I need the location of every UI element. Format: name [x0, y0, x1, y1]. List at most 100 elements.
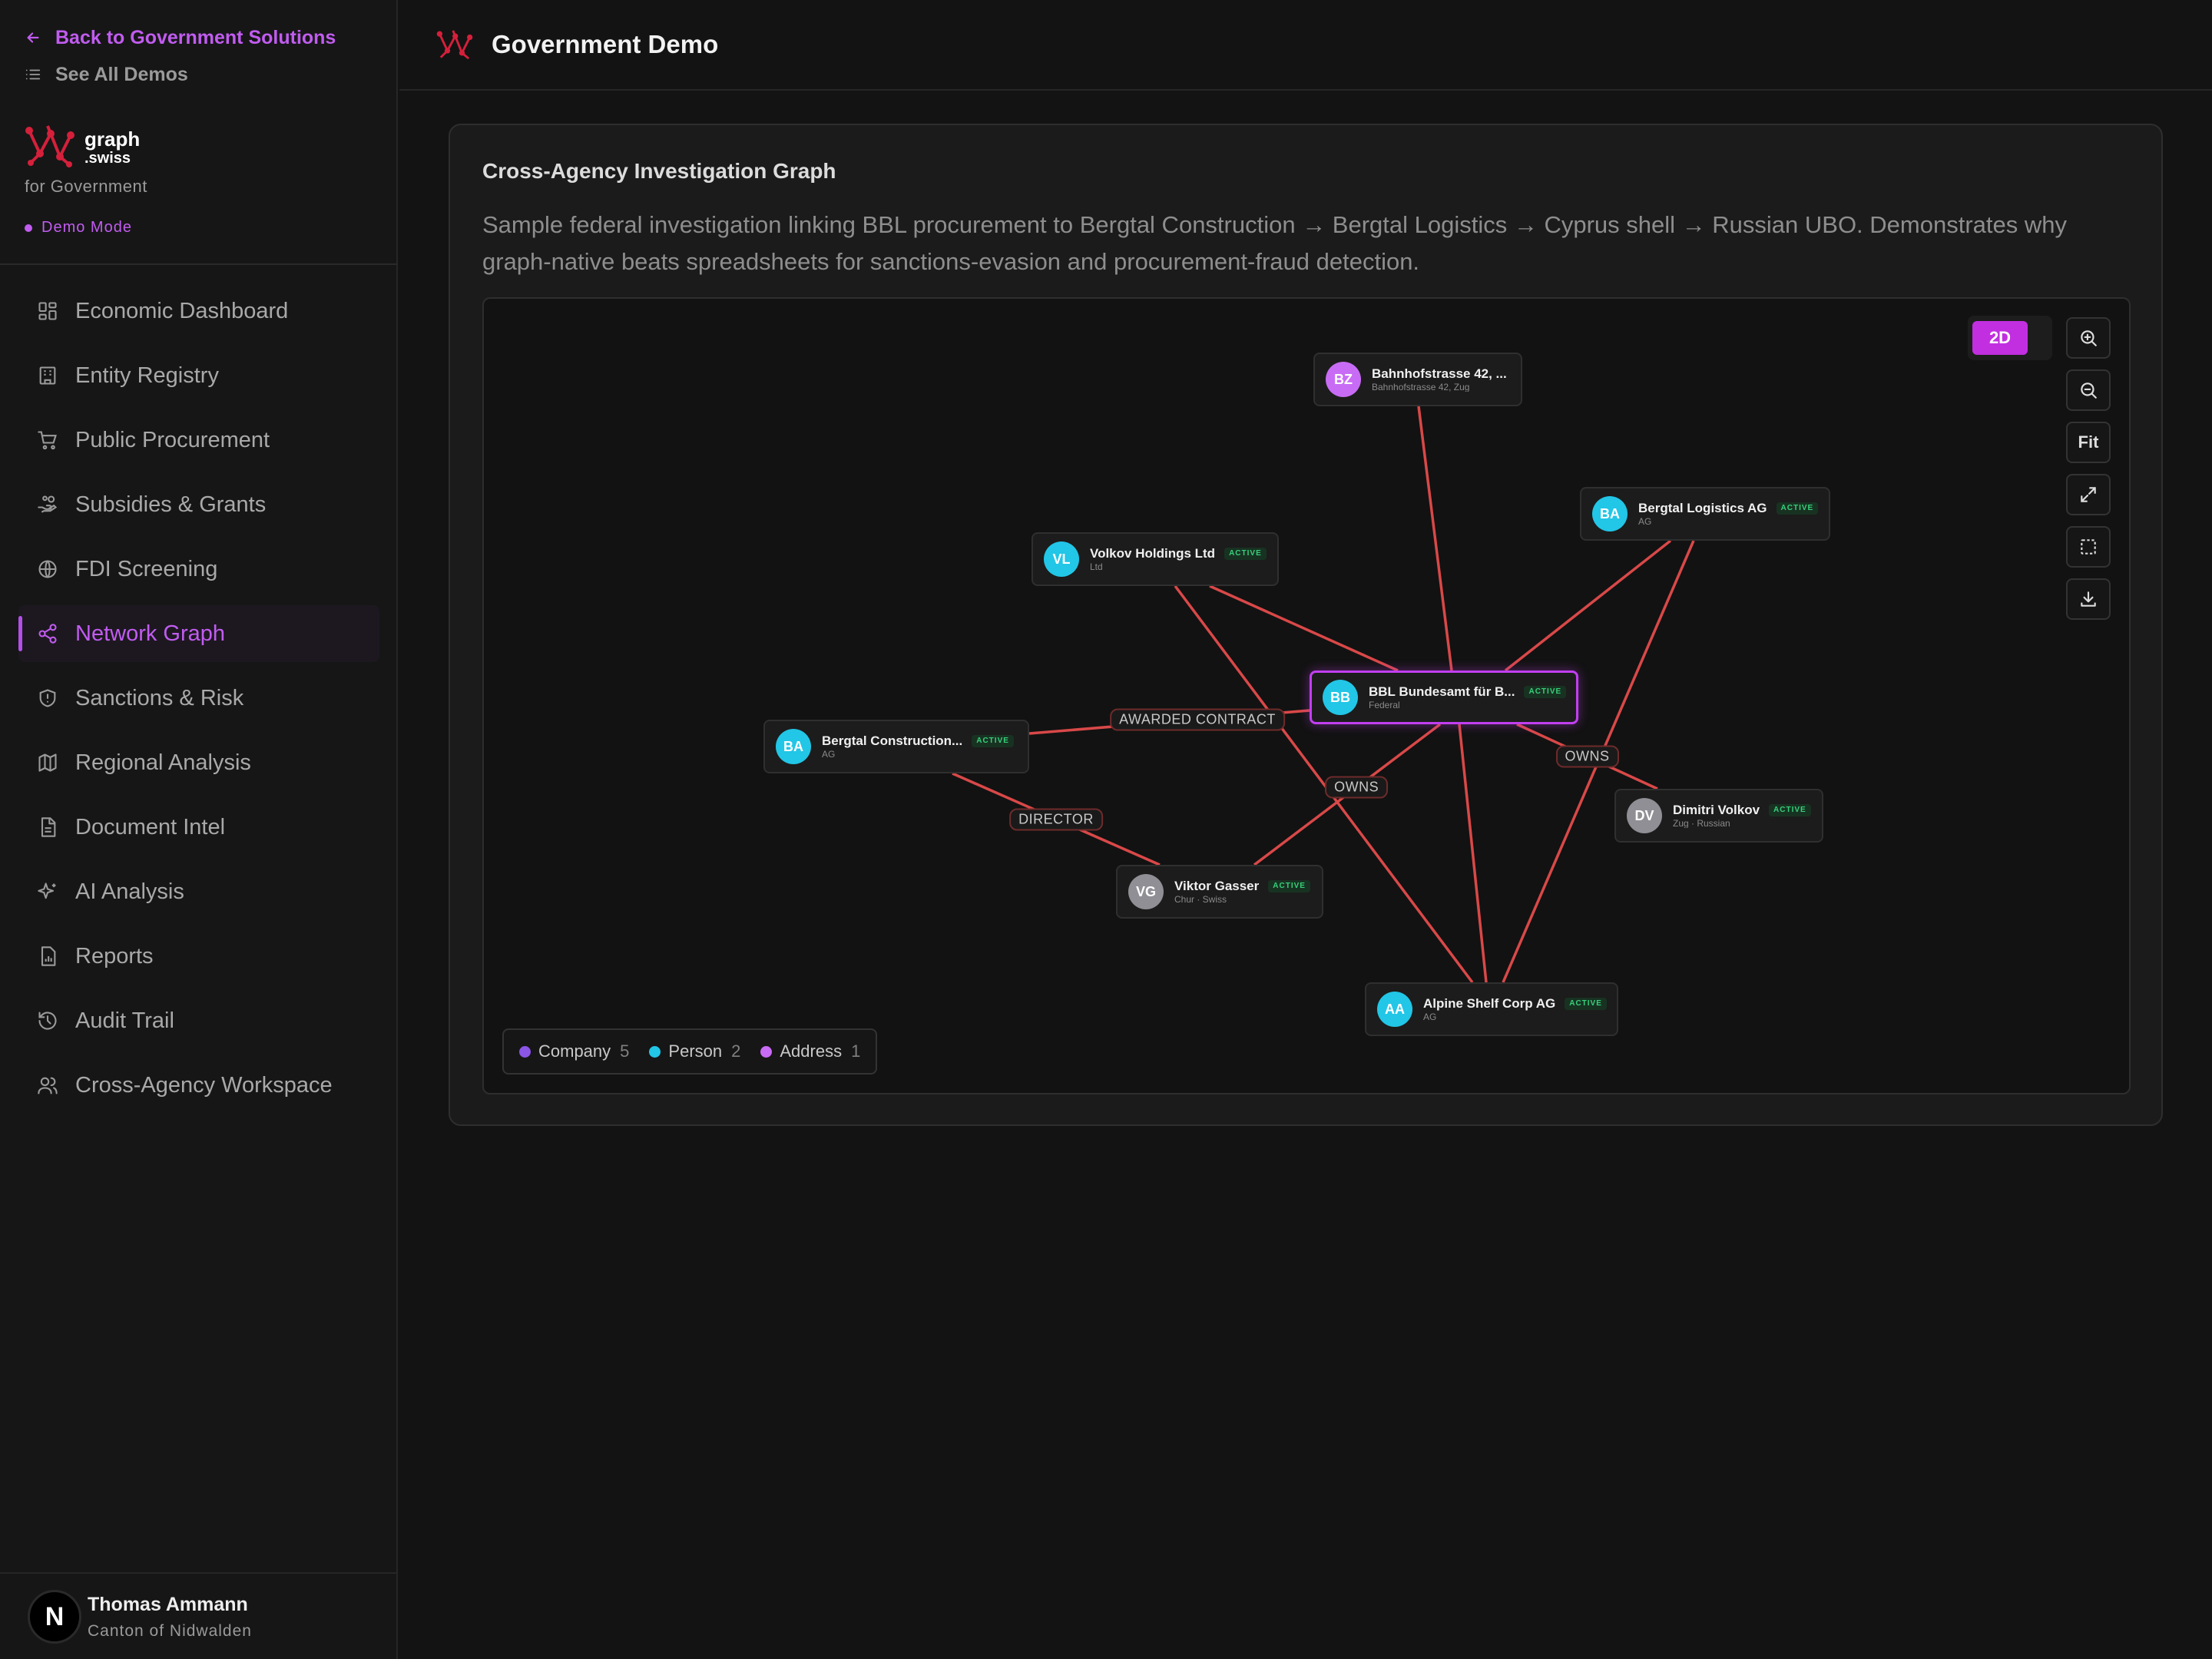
node-subtitle: AG	[1638, 516, 1652, 526]
nav-network-graph[interactable]: Network Graph	[18, 605, 379, 662]
dashboard-icon	[38, 302, 57, 320]
cart-icon	[38, 431, 57, 450]
nav-public-procurement[interactable]: Public Procurement	[18, 412, 379, 469]
download-icon	[2081, 591, 2096, 607]
legend-count: 2	[731, 1041, 741, 1061]
brand-name: graph	[84, 127, 141, 151]
edge-bbl-as[interactable]	[1458, 724, 1488, 983]
demo-mode-dot	[25, 224, 32, 232]
node-subtitle: AG	[1423, 1012, 1437, 1022]
back-to-solutions-link[interactable]: Back to Government Solutions	[25, 25, 336, 51]
download-button[interactable]	[2066, 578, 2111, 620]
graph-node-vg[interactable]: VG Viktor Gasser ACTIVE Chur · Swiss	[1116, 865, 1323, 919]
network-graph-canvas[interactable]: AWARDED CONTRACT DIRECTOR OWNS OWNS BZ Bahnh…	[482, 297, 2131, 1094]
nav-label: Network Graph	[75, 621, 226, 646]
edge-vh-bbl[interactable]	[1209, 584, 1399, 672]
arrow-left-icon	[27, 32, 39, 43]
legend-label: Company	[538, 1041, 611, 1061]
edge-vh-as[interactable]	[1174, 584, 1474, 984]
nav-ai-analysis[interactable]: AI Analysis	[18, 863, 379, 920]
edge-label: OWNS	[1555, 745, 1619, 768]
node-name: Volkov Holdings Ltd ACTIVE	[1090, 547, 1267, 560]
nav-label: Entity Registry	[75, 363, 219, 388]
nav-label: Economic Dashboard	[75, 298, 289, 323]
graph-node-bz[interactable]: BZ Bahnhofstrasse 42, ... Bahnhofstrasse 4…	[1313, 353, 1522, 406]
legend-person[interactable]: Person 2	[649, 1041, 740, 1061]
graph-node-dv[interactable]: DV Dimitri Volkov ACTIVE Zug · Russian	[1614, 789, 1823, 843]
node-avatar: BA	[776, 729, 811, 764]
node-avatar: AA	[1377, 992, 1412, 1027]
nav-label: Reports	[75, 943, 154, 969]
nav-fdi-screening[interactable]: FDI Screening	[18, 541, 379, 598]
nav-audit-trail[interactable]: Audit Trail	[18, 992, 379, 1049]
zoom-in-button[interactable]	[2066, 317, 2111, 359]
node-name: Bergtal Construction... ACTIVE	[822, 734, 1014, 747]
nav-reports[interactable]: Reports	[18, 928, 379, 985]
sparkles-icon	[38, 882, 56, 899]
legend-dot	[649, 1045, 661, 1058]
nav-document-intel[interactable]: Document Intel	[18, 799, 379, 856]
zoom-out-icon	[2081, 382, 2097, 399]
node-avatar: BB	[1323, 680, 1358, 715]
demo-mode-indicator: Demo Mode	[25, 219, 132, 237]
user-profile[interactable]: N Thomas Ammann Canton of Nidwalden	[28, 1575, 252, 1659]
node-subtitle: Federal	[1369, 700, 1400, 710]
legend-address[interactable]: Address 1	[760, 1041, 860, 1061]
nav-cross-agency-workspace[interactable]: Cross-Agency Workspace	[18, 1057, 379, 1114]
node-subtitle: Zug · Russian	[1673, 818, 1730, 828]
node-subtitle: AG	[822, 749, 836, 759]
legend-label: Address	[780, 1041, 843, 1061]
sidebar-nav: Economic Dashboard Entity Registry Publi…	[18, 283, 379, 1121]
nav-label: AI Analysis	[75, 879, 184, 904]
fit-button[interactable]: Fit	[2066, 422, 2111, 463]
report-icon	[41, 946, 56, 966]
view-mode-toggle[interactable]: 2D	[1968, 316, 2052, 360]
status-badge: ACTIVE	[1224, 547, 1267, 560]
nav-subsidies-grants[interactable]: Subsidies & Grants	[18, 476, 379, 533]
view-mode-2d[interactable]: 2D	[1972, 321, 2028, 355]
shield-icon	[39, 689, 56, 707]
graph-node-bbl[interactable]: BB BBL Bundesamt für B... ACTIVE Federal	[1310, 671, 1578, 724]
brand-subtitle: for Government	[25, 177, 147, 196]
edge-label: DIRECTOR	[1009, 808, 1103, 830]
card-description: Sample federal investigation linking BBL…	[482, 211, 2067, 275]
legend-count: 1	[851, 1041, 861, 1061]
select-area-button[interactable]	[2066, 526, 2111, 568]
node-name: BBL Bundesamt für B... ACTIVE	[1369, 685, 1567, 698]
avatar: N	[28, 1590, 81, 1644]
user-divider	[0, 1572, 398, 1574]
legend-company[interactable]: Company 5	[519, 1041, 629, 1061]
investigation-card: Cross-Agency Investigation Graph Sample …	[449, 124, 2163, 1126]
brand-domain: .swiss	[84, 150, 131, 167]
users-icon	[38, 1077, 58, 1094]
fullscreen-button[interactable]	[2066, 474, 2111, 515]
building-icon	[39, 366, 56, 385]
user-name: Thomas Ammann	[88, 1593, 248, 1615]
nav-sanctions-risk[interactable]: Sanctions & Risk	[18, 670, 379, 727]
edge-bz-bbl[interactable]	[1417, 406, 1453, 671]
nav-economic-dashboard[interactable]: Economic Dashboard	[18, 283, 379, 339]
status-badge: ACTIVE	[972, 734, 1014, 747]
nav-label: Document Intel	[75, 814, 226, 839]
see-all-demos-link[interactable]: See All Demos	[25, 61, 188, 88]
graph-node-bc[interactable]: BA Bergtal Construction... ACTIVE AG	[763, 720, 1029, 773]
legend-count: 5	[620, 1041, 630, 1061]
graph-node-vh[interactable]: VL Volkov Holdings Ltd ACTIVE Ltd	[1031, 532, 1279, 586]
list-icon	[25, 69, 41, 80]
node-name: Bergtal Logistics AG ACTIVE	[1638, 502, 1819, 515]
node-name: Viktor Gasser ACTIVE	[1174, 879, 1310, 892]
zoom-out-button[interactable]	[2066, 369, 2111, 411]
graph-node-as[interactable]: AA Alpine Shelf Corp AG ACTIVE AG	[1365, 982, 1618, 1036]
brand-logo[interactable]: graph .swiss	[25, 123, 140, 167]
graph-node-bl[interactable]: BA Bergtal Logistics AG ACTIVE AG	[1580, 487, 1830, 541]
nav-regional-analysis[interactable]: Regional Analysis	[18, 734, 379, 791]
node-name: Bahnhofstrasse 42, ...	[1372, 367, 1507, 381]
map-icon	[38, 753, 57, 772]
sidebar: Back to Government Solutions See All Dem…	[0, 0, 398, 1659]
nav-entity-registry[interactable]: Entity Registry	[18, 347, 379, 404]
card-title: Cross-Agency Investigation Graph	[482, 159, 836, 183]
node-name: Alpine Shelf Corp AG ACTIVE	[1423, 997, 1607, 1010]
node-subtitle: Bahnhofstrasse 42, Zug	[1372, 382, 1470, 392]
nav-label: Audit Trail	[75, 1008, 174, 1033]
share-icon	[38, 624, 57, 644]
